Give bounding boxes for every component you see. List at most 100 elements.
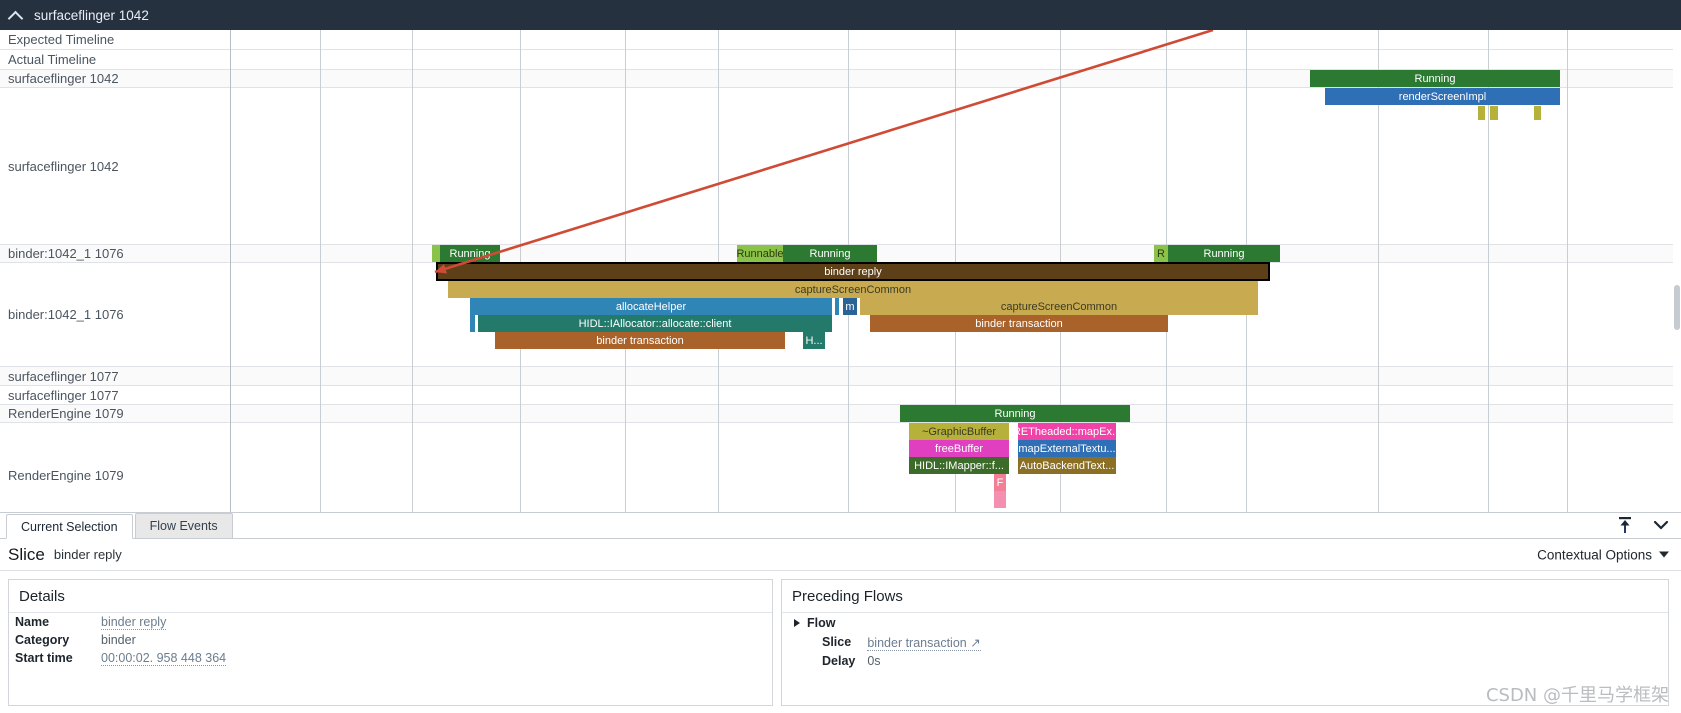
process-header[interactable]: surfaceflinger 1042 [0,0,1681,30]
slice[interactable]: Running [440,245,500,262]
tab-flow-events-label: Flow Events [149,519,218,533]
slice[interactable] [1478,106,1485,120]
track-shelf: binder reply captureScreenCommon allocateH… [230,262,1681,366]
detail-key: Category [15,633,70,647]
flow-group-toggle[interactable]: Flow [782,613,1668,633]
panel-controls[interactable] [1615,515,1671,535]
slice[interactable]: binder transaction [870,315,1168,332]
slice[interactable] [470,315,475,332]
detail-value-link[interactable]: 00:00:02. 958 448 364 [101,651,227,666]
track-shelf: Running [230,405,1681,422]
slice[interactable]: binder transaction [495,332,785,349]
tab-current-selection-label: Current Selection [21,519,118,534]
track-surfaceflinger-1042-slices[interactable]: surfaceflinger 1042 renderScreenImpl [0,88,1681,245]
track-surfaceflinger-1077-slices[interactable]: surfaceflinger 1077 [0,386,1681,405]
watermark: CSDN @千里马学框架 [1485,685,1669,706]
slice[interactable]: HIDL::IAllocator::allocate::client [478,315,832,332]
detail-value: binder [101,633,136,647]
preceding-flows-table: Slice binder transaction ↗ Delay 0s [782,633,1668,670]
slice[interactable] [1534,106,1541,120]
detail-value-link[interactable]: binder reply [101,615,167,630]
details-panel: Current Selection Flow Events Slice bind… [0,512,1681,713]
slice[interactable]: ~GraphicBuffer [909,423,1009,440]
detail-key: Name [15,615,50,629]
timeline-scrollbar-thumb[interactable] [1674,285,1680,330]
track-label-renderengine-1079-slices: RenderEngine 1079 [8,467,124,483]
slice[interactable]: R [1154,245,1168,262]
slice[interactable]: Running [1310,70,1560,87]
track-label-expected-timeline: Expected Timeline [8,32,115,47]
track-renderengine-1079-slices[interactable]: RenderEngine 1079 ~GraphicBuffer RETheaded… [0,423,1681,512]
slice[interactable] [432,245,440,262]
slice[interactable]: H... [803,332,825,349]
detail-row: Name binder reply [9,613,772,631]
slice[interactable]: RETheaded::mapEx... [1018,423,1116,440]
slice-name-label: binder reply [53,547,122,562]
process-header-title: surfaceflinger 1042 [34,7,149,23]
slice[interactable]: AutoBackendText... [1018,457,1116,474]
detail-key: Slice [822,635,852,649]
collapse-to-top-icon[interactable] [1615,515,1635,535]
track-label-actual-timeline: Actual Timeline [8,52,97,67]
track-surfaceflinger-1042-state[interactable]: surfaceflinger 1042 Running [0,70,1681,88]
caret-down-icon [1659,551,1669,558]
slice[interactable]: Running [900,405,1130,422]
slice[interactable]: Running [783,245,877,262]
preceding-flows-title: Preceding Flows [782,580,1668,613]
slice[interactable]: freeBuffer [909,440,1009,457]
slice[interactable]: F [994,474,1006,491]
slice[interactable]: m [843,298,857,315]
track-surfaceflinger-1077-state[interactable]: surfaceflinger 1077 [0,367,1681,386]
slice[interactable] [1490,106,1498,120]
details-tabstrip[interactable]: Current Selection Flow Events [0,513,1681,539]
track-shelf: Running [230,70,1681,87]
detail-row: Delay 0s [782,652,1668,670]
contextual-options-label: Contextual Options [1537,547,1652,562]
track-shelf: ~GraphicBuffer RETheaded::mapEx...freeBuf… [230,423,1681,512]
track-shelf [230,367,1681,385]
contextual-options-button[interactable]: Contextual Options [1537,547,1669,562]
track-renderengine-1079-state[interactable]: RenderEngine 1079 Running [0,405,1681,423]
chevron-up-icon[interactable] [8,7,24,23]
track-label-binder-1042-1-1076-state: binder:1042_1 1076 [8,246,124,261]
track-label-binder-1042-1-1076-slices: binder:1042_1 1076 [8,307,124,322]
track-binder-1042-1-1076-state[interactable]: binder:1042_1 1076 Running Runnable Running… [0,245,1681,263]
detail-value-link[interactable]: binder transaction ↗ [867,636,981,651]
slice[interactable]: renderScreenImpl [1325,88,1560,105]
slice[interactable] [835,298,839,315]
timeline-scrollbar[interactable] [1673,30,1681,512]
tab-flow-events[interactable]: Flow Events [134,513,233,538]
slice-header: Slice binder reply Contextual Options [0,539,1681,571]
slice[interactable] [994,491,1006,508]
track-actual-timeline[interactable]: Actual Timeline [0,50,1681,70]
details-card-title: Details [9,580,772,613]
slice[interactable]: HIDL::IMapper::f... [909,457,1009,474]
details-table: Name binder reply Category binder Start time… [9,613,772,667]
detail-row: Start time 00:00:02. 958 448 364 [9,649,772,667]
timeline-tracks[interactable]: Expected Timeline Actual Timeline surfacef… [0,30,1681,512]
slice[interactable]: allocateHelper [470,298,832,315]
detail-value[interactable]: binder transaction ↗ [861,633,1668,652]
chevron-down-icon[interactable] [1651,515,1671,535]
slice[interactable]: binder reply [436,262,1270,281]
detail-value[interactable]: binder reply [95,613,772,631]
track-shelf [230,30,1681,49]
track-expected-timeline[interactable]: Expected Timeline [0,30,1681,50]
tab-current-selection[interactable]: Current Selection [6,514,133,539]
detail-value: 0s [867,654,881,668]
timeline-panel[interactable]: Expected Timeline Actual Timeline surfacef… [0,30,1681,512]
track-label-surfaceflinger-1042-state: surfaceflinger 1042 [8,71,119,86]
details-panel-body: Details Name binder reply Category binder St… [0,571,1681,713]
slice[interactable]: Runnable [737,245,783,262]
slice-kind-label: Slice [8,544,45,564]
slice[interactable]: mapExternalTextu... [1018,440,1116,457]
track-shelf [230,386,1681,404]
track-binder-1042-1-1076-slices[interactable]: binder:1042_1 1076 binder reply captureScr… [0,262,1681,367]
slice[interactable]: Running [1168,245,1280,262]
slice[interactable]: captureScreenCommon [448,281,1258,298]
slice[interactable]: captureScreenCommon [860,298,1258,315]
track-label-renderengine-1079-state: RenderEngine 1079 [8,406,124,421]
detail-row: Slice binder transaction ↗ [782,633,1668,652]
detail-value[interactable]: 00:00:02. 958 448 364 [95,649,772,667]
details-card: Details Name binder reply Category binder St… [8,579,773,706]
